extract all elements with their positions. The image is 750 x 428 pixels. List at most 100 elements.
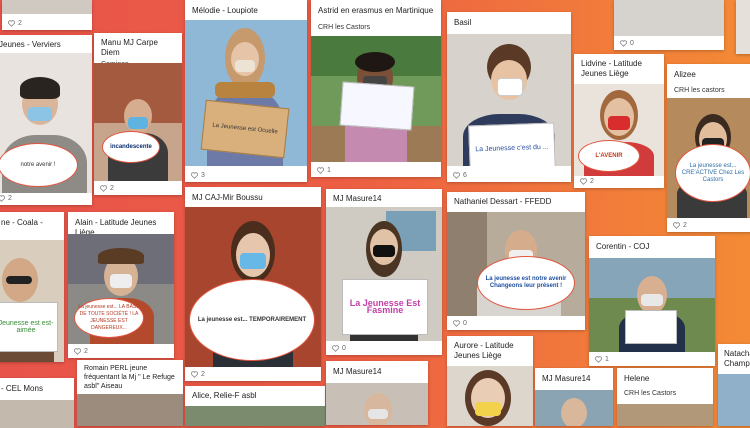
post-photo	[736, 0, 750, 54]
heart-icon	[191, 371, 198, 378]
post-photo	[0, 400, 74, 428]
post-photo: La jeunesse est... LA BASE DE TOUTE SOCI…	[68, 234, 174, 344]
post-author: Corentin - COJ	[596, 242, 650, 251]
like-count[interactable]: 6	[453, 172, 467, 179]
heart-icon	[0, 195, 5, 202]
post-card[interactable]: Corentin - COJ 1	[589, 236, 715, 366]
heart-icon	[74, 348, 81, 355]
sign: notre avenir !	[0, 143, 78, 187]
post-photo: notre avenir !	[0, 53, 92, 193]
like-count[interactable]: 2	[74, 348, 88, 355]
like-count[interactable]: 2	[580, 178, 594, 185]
post-card[interactable]: ne - Coala - Jeunesse est est-aimée	[0, 212, 64, 362]
like-count[interactable]: 0	[332, 345, 346, 352]
like-count[interactable]: 2	[100, 185, 114, 192]
post-photo: La jeunesse est notre avenir Changeons l…	[447, 212, 585, 316]
heart-icon	[580, 178, 587, 185]
post-author: MJ Masure14	[542, 374, 591, 383]
like-count[interactable]: 1	[317, 167, 331, 174]
sign: Jeunesse est est-aimée	[0, 302, 58, 352]
post-photo	[326, 383, 428, 425]
post-photo	[2, 0, 92, 14]
post-author: Basil	[454, 18, 472, 27]
heart-icon	[100, 185, 107, 192]
post-card[interactable]: Natacha Champi	[718, 344, 750, 426]
post-author: Astrid en erasmus en Martinique	[318, 6, 434, 15]
post-card[interactable]: Alain - Latitude Jeunes Liège La jeuness…	[68, 212, 174, 358]
sign	[339, 81, 415, 131]
post-photo	[617, 404, 713, 426]
post-card[interactable]: Nathaniel Dessart - FFEDD La jeunesse es…	[447, 192, 585, 330]
post-author: Manu MJ Carpe Diem	[101, 38, 158, 57]
post-author: Romain PERL jeune fréquentant la Mj " Le…	[84, 365, 175, 390]
post-photo	[311, 36, 441, 162]
post-photo: La Jeunesse c'est du ...	[447, 34, 571, 166]
heart-icon	[620, 40, 627, 47]
post-author: MJ CAJ-Mir Boussu	[192, 193, 263, 202]
post-author: Lidvine - Latitude Jeunes Liège	[581, 59, 642, 78]
post-subtitle: CRH les Castors	[318, 24, 371, 31]
post-card[interactable]: Astrid en erasmus en Martinique CRH les …	[311, 0, 441, 177]
like-count[interactable]: 2	[673, 222, 687, 229]
post-card[interactable]: MJ Masure14	[535, 368, 613, 426]
sign: La Jeunesse c'est du ...	[468, 122, 556, 166]
post-author: Alice, Relie-F asbl	[192, 391, 257, 400]
like-count[interactable]: 2	[8, 20, 22, 27]
like-count[interactable]: 1	[595, 356, 609, 363]
sign: La jeunesse est... LA BASE DE TOUTE SOCI…	[74, 298, 144, 338]
heart-icon	[673, 222, 680, 229]
post-author: Jeunes - Verviers	[0, 40, 61, 49]
post-author: Mélodie - Loupiote	[192, 6, 258, 15]
post-card[interactable]: 0	[614, 0, 724, 50]
like-count[interactable]: 0	[453, 320, 467, 327]
sign: La jeunesse est... CRE'ACTIVE Chez Les C…	[675, 144, 750, 202]
post-photo: La jeunesse est... TEMPORAIREMENT	[185, 207, 321, 367]
sign: La jeunesse est... TEMPORAIREMENT	[189, 279, 315, 361]
post-photo: La Jeunesse Est Fasmine	[326, 207, 442, 341]
post-card[interactable]: Helene CRH les Castors	[617, 368, 713, 426]
post-card[interactable]: Alice, Relie-F asbl	[185, 386, 325, 426]
post-card[interactable]: Manu MJ Carpe Diem Comines incandescente…	[94, 33, 182, 195]
post-photo	[185, 406, 325, 426]
post-author: Natacha Champi	[724, 349, 750, 368]
heart-icon	[8, 20, 15, 27]
post-card[interactable]: Aurore - Latitude Jeunes Liège	[447, 336, 533, 426]
post-photo: Jeunesse est est-aimée	[0, 240, 64, 362]
sign: La jeunesse est notre avenir Changeons l…	[477, 256, 575, 310]
post-author: MJ Masure14	[333, 194, 382, 203]
sign	[625, 310, 677, 344]
heart-icon	[453, 320, 460, 327]
post-author: Nathaniel Dessart - FFEDD	[454, 197, 552, 206]
post-card[interactable]	[736, 0, 750, 54]
post-card[interactable]: Alizee CRH les castors La jeunesse est..…	[667, 64, 750, 232]
post-photo: La Jeunesse est Ocuelle	[185, 20, 307, 166]
post-card[interactable]: 2	[2, 0, 92, 30]
post-card[interactable]: MJ CAJ-Mir Boussu La jeunesse est... TEM…	[185, 187, 321, 381]
post-photo	[77, 394, 183, 426]
heart-icon	[191, 172, 198, 179]
post-card[interactable]: Mélodie - Loupiote La Jeunesse est Ocuel…	[185, 0, 307, 182]
heart-icon	[332, 345, 339, 352]
post-card[interactable]: Basil La Jeunesse c'est du ... 6	[447, 12, 571, 182]
post-photo: L'AVENIR	[574, 84, 664, 176]
post-card[interactable]: Romain PERL jeune fréquentant la Mj " Le…	[77, 360, 183, 426]
post-author: Helene	[624, 374, 650, 383]
post-subtitle: CRH les Castors	[624, 390, 677, 397]
like-count[interactable]: 3	[191, 172, 205, 179]
like-count[interactable]: 2	[0, 195, 12, 202]
like-count[interactable]: 0	[620, 40, 634, 47]
post-author: ne - Coala -	[1, 218, 43, 227]
post-card[interactable]: MJ Masure14	[326, 361, 428, 425]
post-author: Aurore - Latitude Jeunes Liège	[454, 341, 514, 360]
sign: incandescente	[102, 131, 160, 163]
post-author: Alizee	[674, 70, 696, 79]
post-author: MJ Masure14	[333, 367, 382, 376]
post-photo: incandescente	[94, 63, 182, 181]
like-count[interactable]: 2	[191, 371, 205, 378]
post-card[interactable]: Jeunes - Verviers notre avenir ! 2	[0, 35, 92, 205]
heart-icon	[317, 167, 324, 174]
post-photo: La jeunesse est... CRE'ACTIVE Chez Les C…	[667, 98, 750, 218]
post-card[interactable]: Lidvine - Latitude Jeunes Liège L'AVENIR…	[574, 54, 664, 188]
sign: L'AVENIR	[578, 140, 640, 172]
post-card[interactable]: MJ Masure14 La Jeunesse Est Fasmine 0	[326, 189, 442, 355]
